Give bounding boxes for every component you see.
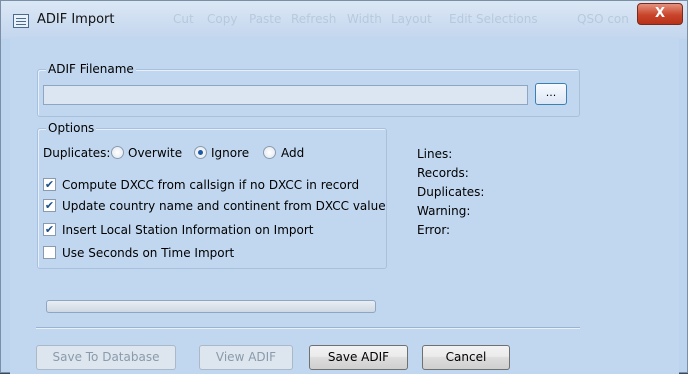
update-country-label[interactable]: Update country name and continent from D… (62, 199, 386, 213)
insert-station-checkbox[interactable]: ✔ (43, 223, 56, 236)
browse-button[interactable]: ... (535, 83, 567, 105)
background-toolbar-label: Copy (207, 12, 238, 26)
records-label: Records: (417, 166, 469, 180)
background-toolbar-label: Paste (249, 12, 282, 26)
import-progress-bar (46, 300, 376, 313)
background-toolbar-label: Layout (391, 12, 432, 26)
background-toolbar-label: Edit Selections (449, 12, 538, 26)
close-button[interactable]: X (637, 3, 683, 25)
duplicates-ignore-radio[interactable] (194, 146, 207, 159)
view-adif-button[interactable]: View ADIF (199, 345, 293, 370)
background-toolbar-label: Cut (173, 12, 194, 26)
use-seconds-checkbox[interactable] (43, 246, 56, 259)
compute-dxcc-checkbox[interactable]: ✔ (43, 178, 56, 191)
duplicates-ignore-label[interactable]: Ignore (211, 146, 249, 160)
duplicates-overwrite-radio[interactable] (111, 146, 124, 159)
compute-dxcc-label[interactable]: Compute DXCC from callsign if no DXCC in… (62, 178, 359, 192)
filename-input[interactable] (43, 85, 528, 105)
save-adif-button[interactable]: Save ADIF (309, 345, 408, 370)
options-group-label: Options (46, 121, 97, 135)
duplicates-count-label: Duplicates: (417, 185, 485, 199)
insert-station-label[interactable]: Insert Local Station Information on Impo… (62, 223, 314, 237)
background-toolbar-label: Width (347, 12, 382, 26)
background-toolbar-label: QSO con (577, 12, 629, 26)
duplicates-add-label[interactable]: Add (281, 146, 304, 160)
save-to-database-button[interactable]: Save To Database (36, 345, 176, 370)
error-label: Error: (417, 223, 451, 237)
button-separator (36, 327, 580, 329)
update-country-checkbox[interactable]: ✔ (43, 199, 56, 212)
window-app-icon (13, 14, 29, 28)
use-seconds-label[interactable]: Use Seconds on Time Import (62, 246, 234, 260)
cancel-button[interactable]: Cancel (422, 345, 510, 370)
warning-label: Warning: (417, 204, 471, 218)
adif-import-window: ADIF Import Cut Copy Paste Refresh Width… (0, 0, 688, 374)
dialog-body: ADIF Filename ... Options Duplicates: Ov… (10, 39, 679, 374)
lines-label: Lines: (417, 147, 453, 161)
duplicates-label: Duplicates: (43, 146, 111, 160)
title-bar[interactable]: ADIF Import Cut Copy Paste Refresh Width… (1, 1, 687, 39)
background-toolbar-label: Refresh (291, 12, 337, 26)
duplicates-overwrite-label[interactable]: Overwite (128, 146, 182, 160)
filename-group-label: ADIF Filename (46, 62, 136, 76)
window-title: ADIF Import (37, 12, 115, 27)
duplicates-add-radio[interactable] (263, 146, 276, 159)
